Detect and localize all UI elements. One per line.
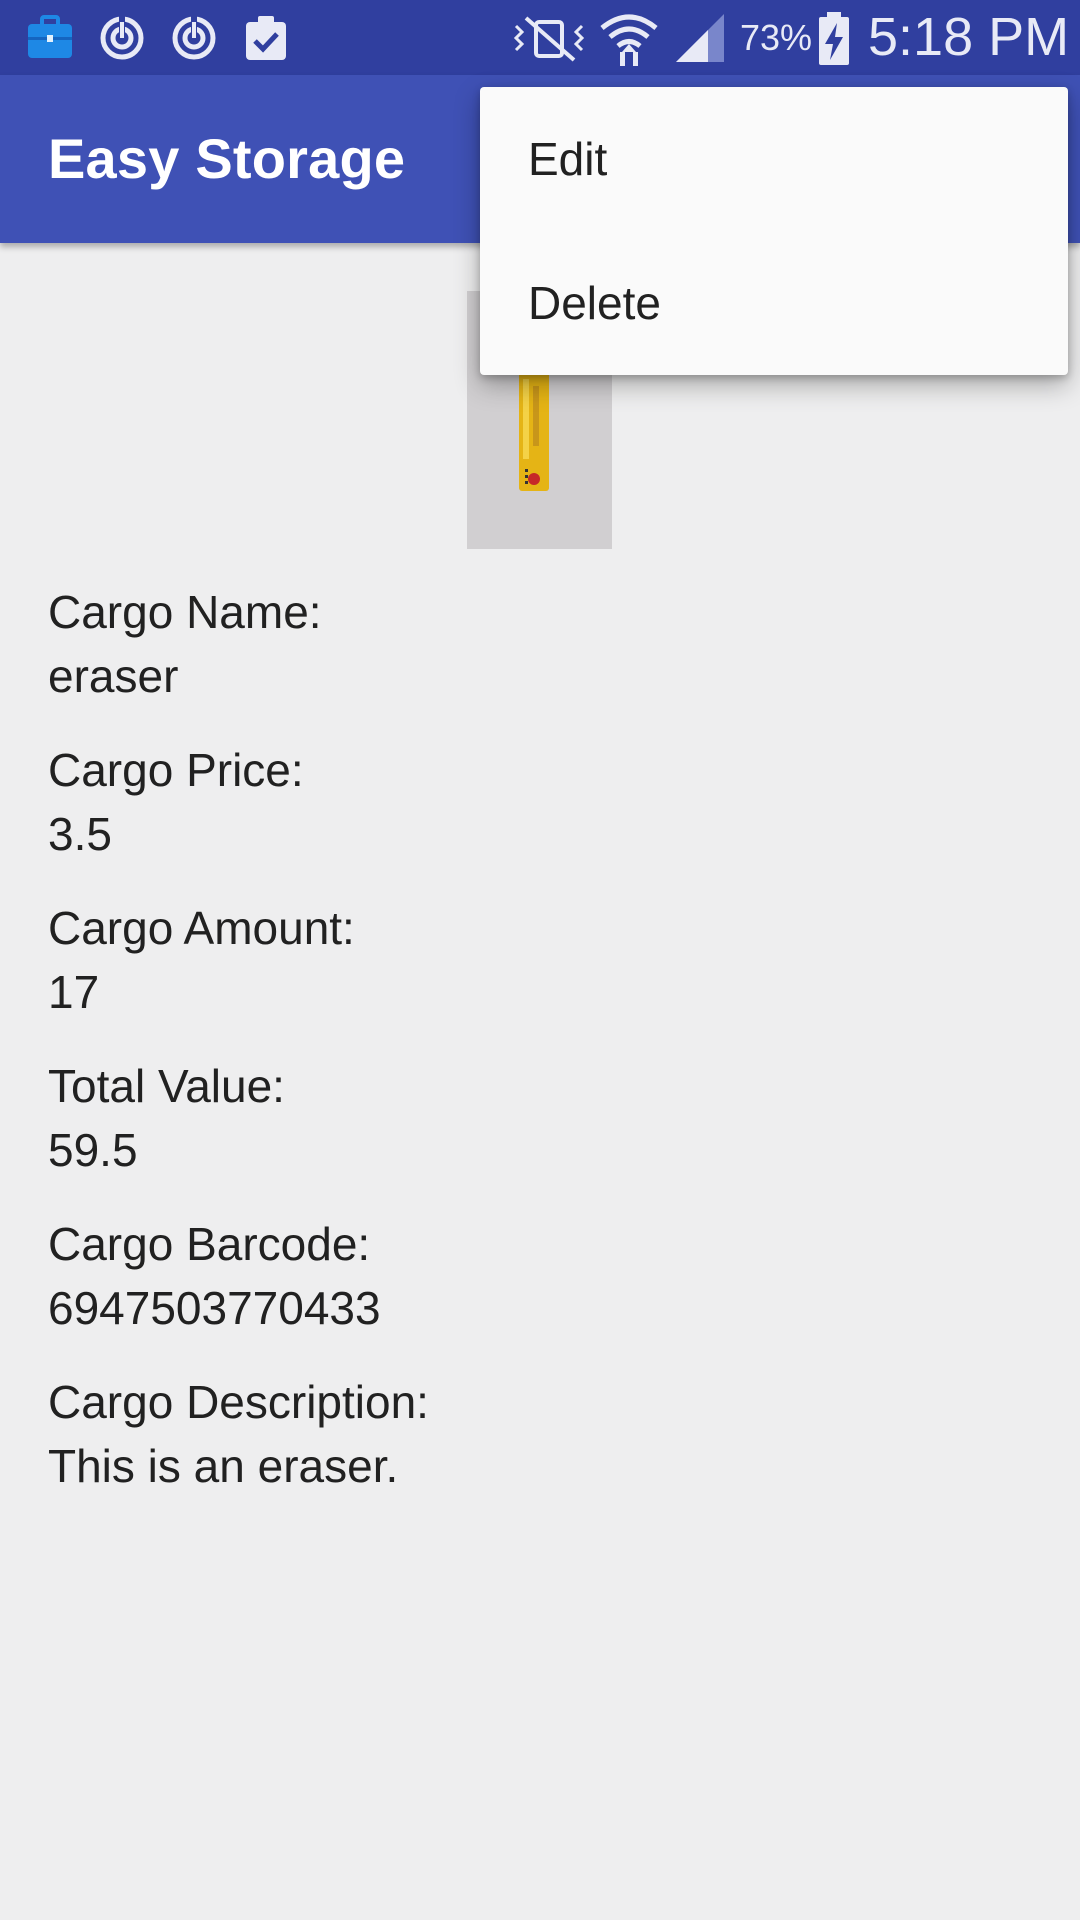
cargo-price-value: 3.5 <box>48 808 112 860</box>
cargo-amount-group: Cargo Amount: 17 <box>48 896 1028 1024</box>
briefcase-icon <box>28 15 72 58</box>
sync-icon <box>172 16 216 60</box>
cell-signal-icon <box>676 14 724 62</box>
menu-item-edit[interactable]: Edit <box>480 87 1068 231</box>
vibrate-mute-icon <box>513 16 585 62</box>
cargo-barcode-label: Cargo Barcode: <box>48 1218 371 1270</box>
cargo-price-group: Cargo Price: 3.5 <box>48 738 1028 866</box>
cargo-description-value: This is an eraser. <box>48 1440 399 1492</box>
cargo-details: Cargo Name: eraser Cargo Price: 3.5 Carg… <box>48 580 1028 1528</box>
clock: 5:18 PM <box>868 7 1070 67</box>
cargo-name-group: Cargo Name: eraser <box>48 580 1028 708</box>
cargo-price-label: Cargo Price: <box>48 744 304 796</box>
sync-icon <box>100 16 144 60</box>
wifi-icon <box>600 14 658 66</box>
cargo-amount-label: Cargo Amount: <box>48 902 355 954</box>
cargo-description-group: Cargo Description: This is an eraser. <box>48 1370 1028 1498</box>
app-title: Easy Storage <box>48 127 406 190</box>
battery-percent: 73% <box>740 17 813 58</box>
total-value-value: 59.5 <box>48 1124 138 1176</box>
overflow-menu: Edit Delete <box>480 87 1068 375</box>
cargo-barcode-group: Cargo Barcode: 6947503770433 <box>48 1212 1028 1340</box>
battery-charging-icon <box>819 12 849 65</box>
cargo-name-label: Cargo Name: <box>48 586 322 638</box>
cargo-amount-value: 17 <box>48 966 100 1018</box>
total-value-group: Total Value: 59.5 <box>48 1054 1028 1182</box>
status-bar: 73% 5:18 PM <box>0 0 1080 75</box>
cargo-barcode-value: 6947503770433 <box>48 1282 381 1334</box>
clipboard-check-icon <box>246 16 286 60</box>
menu-item-delete[interactable]: Delete <box>480 231 1068 375</box>
cargo-name-value: eraser <box>48 650 179 702</box>
cargo-description-label: Cargo Description: <box>48 1376 429 1428</box>
total-value-label: Total Value: <box>48 1060 285 1112</box>
